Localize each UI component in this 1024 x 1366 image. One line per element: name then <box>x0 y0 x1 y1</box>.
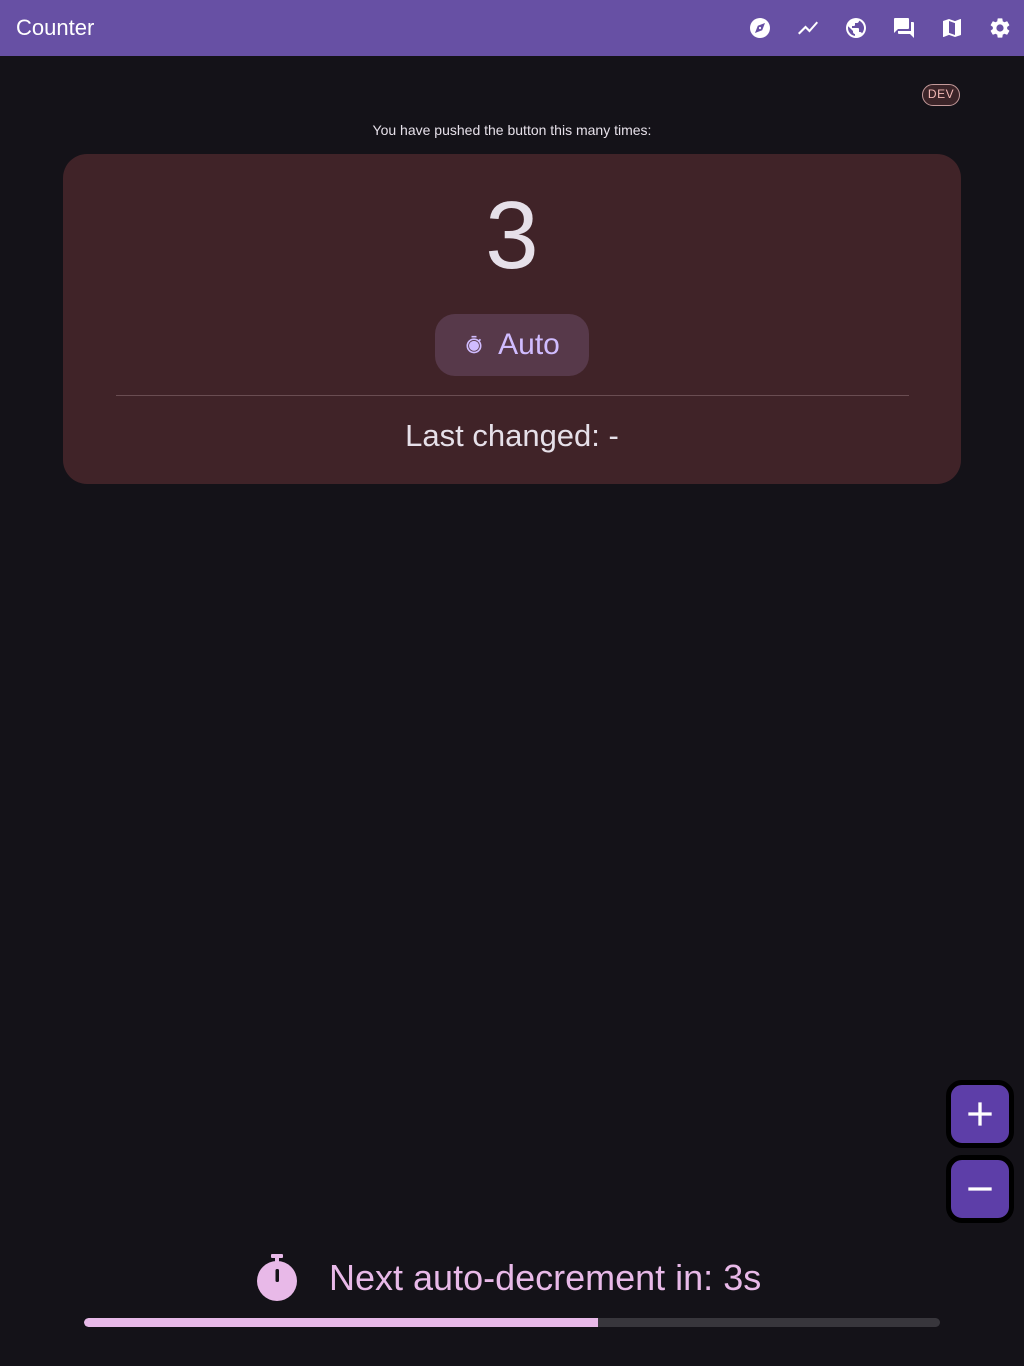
map-button[interactable] <box>928 4 976 52</box>
plus-icon <box>968 1102 992 1126</box>
minus-icon <box>968 1187 992 1191</box>
compass-icon <box>750 18 770 38</box>
trending-button[interactable] <box>784 4 832 52</box>
card-divider <box>116 395 909 396</box>
compass-button[interactable] <box>736 4 784 52</box>
stopwatch-icon <box>254 1252 300 1302</box>
auto-decrement-progress <box>84 1318 940 1327</box>
settings-button[interactable] <box>976 4 1024 52</box>
dev-badge: DEV <box>922 84 960 106</box>
app-bar: Counter <box>0 0 1024 56</box>
auto-mode-chip[interactable]: Auto <box>435 314 589 376</box>
timer-icon <box>466 335 482 354</box>
increment-button[interactable] <box>946 1080 1014 1148</box>
decrement-button[interactable] <box>946 1155 1014 1223</box>
last-changed-text: Last changed: - <box>405 418 619 453</box>
counter-value: 3 <box>485 182 539 289</box>
progress-fill <box>84 1318 598 1327</box>
gear-icon <box>990 18 1010 38</box>
chat-button[interactable] <box>880 4 928 52</box>
map-icon <box>943 19 961 37</box>
chat-icon <box>894 18 914 38</box>
trending-icon <box>798 21 818 35</box>
auto-decrement-row: Next auto-decrement in: 3s <box>0 1250 1024 1306</box>
auto-decrement-text: Next auto-decrement in: 3s <box>329 1257 762 1298</box>
auto-mode-label: Auto <box>498 328 560 361</box>
app-title: Counter <box>16 15 95 40</box>
counter-caption: You have pushed the button this many tim… <box>372 122 652 138</box>
globe-button[interactable] <box>832 4 880 52</box>
globe-icon <box>846 18 866 38</box>
